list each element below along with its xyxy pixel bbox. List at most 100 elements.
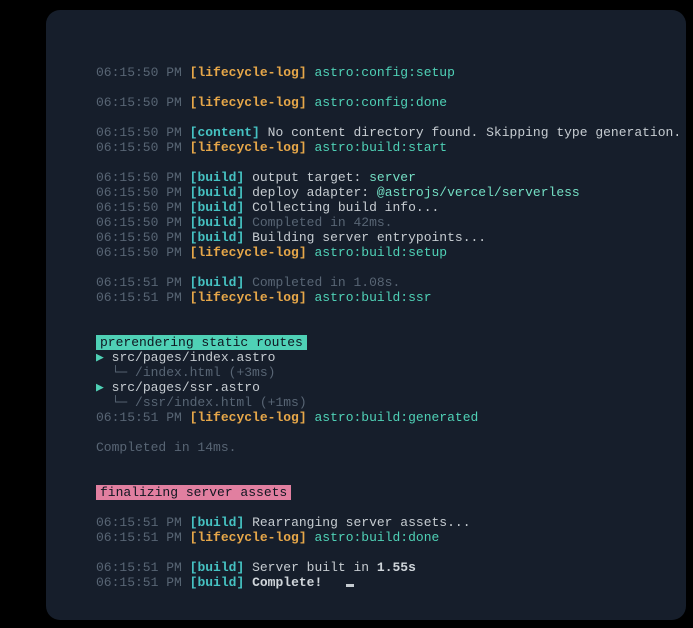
timestamp: 06:15:50 PM — [96, 200, 182, 215]
log-message: Completed in 14ms. — [96, 440, 236, 455]
build-tag: [build] — [190, 275, 245, 290]
log-message: Rearranging server assets... — [252, 515, 470, 530]
log-message: No content directory found. Skipping typ… — [268, 125, 681, 140]
log-value: @astrojs/vercel/serverless — [377, 185, 580, 200]
banner-label: finalizing server assets — [96, 485, 291, 500]
tree-row: ▶ src/pages/ssr.astro — [96, 380, 686, 395]
hook: astro:build:generated — [314, 410, 478, 425]
banner-finalize: finalizing server assets — [96, 485, 686, 500]
build-tag: [build] — [190, 230, 245, 245]
log-line: 06:15:50 PM [content] No content directo… — [96, 125, 686, 140]
timestamp: 06:15:50 PM — [96, 185, 182, 200]
hook: astro:config:done — [314, 95, 447, 110]
banner-prerender: prerendering static routes — [96, 335, 686, 350]
complete-message: Complete! — [252, 575, 322, 590]
lifecycle-tag: [lifecycle-log] — [190, 290, 307, 305]
log-line: 06:15:50 PM [build] output target: serve… — [96, 170, 686, 185]
arrow-icon: ▶ — [96, 380, 104, 395]
build-tag: [build] — [190, 170, 245, 185]
spacer — [96, 545, 686, 560]
timestamp: 06:15:50 PM — [96, 95, 182, 110]
spacer — [96, 260, 686, 275]
hook: astro:build:ssr — [314, 290, 431, 305]
timestamp: 06:15:50 PM — [96, 140, 182, 155]
log-message: Collecting build info... — [252, 200, 439, 215]
timestamp: 06:15:51 PM — [96, 290, 182, 305]
tree-row: └─ /ssr/index.html (+1ms) — [96, 395, 686, 410]
log-line: 06:15:50 PM [build] deploy adapter: @ast… — [96, 185, 686, 200]
terminal-window[interactable]: 06:15:50 PM [lifecycle-log] astro:config… — [46, 10, 686, 620]
tree-branch: └─ — [112, 365, 128, 380]
spacer — [96, 320, 686, 335]
spacer — [96, 305, 686, 320]
hook: astro:build:setup — [314, 245, 447, 260]
hook: astro:config:setup — [314, 65, 454, 80]
log-line: 06:15:51 PM [build] Complete! — [96, 575, 686, 590]
timestamp: 06:15:50 PM — [96, 230, 182, 245]
timestamp: 06:15:50 PM — [96, 65, 182, 80]
lifecycle-tag: [lifecycle-log] — [190, 95, 307, 110]
spacer — [96, 110, 686, 125]
timestamp: 06:15:51 PM — [96, 530, 182, 545]
timestamp: 06:15:51 PM — [96, 410, 182, 425]
log-message: Building server entrypoints... — [252, 230, 486, 245]
log-line: 06:15:50 PM [lifecycle-log] astro:build:… — [96, 245, 686, 260]
lifecycle-tag: [lifecycle-log] — [190, 530, 307, 545]
log-line: 06:15:50 PM [lifecycle-log] astro:config… — [96, 65, 686, 80]
log-line: 06:15:50 PM [build] Completed in 42ms. — [96, 215, 686, 230]
build-tag: [build] — [190, 560, 245, 575]
tree-row: └─ /index.html (+3ms) — [96, 365, 686, 380]
timestamp: 06:15:51 PM — [96, 560, 182, 575]
spacer — [96, 470, 686, 485]
log-line: 06:15:51 PM [build] Completed in 1.08s. — [96, 275, 686, 290]
timestamp: 06:15:51 PM — [96, 575, 182, 590]
log-line: 06:15:51 PM [lifecycle-log] astro:build:… — [96, 290, 686, 305]
spacer — [96, 455, 686, 470]
spacer — [96, 500, 686, 515]
log-line: 06:15:51 PM [build] Rearranging server a… — [96, 515, 686, 530]
build-tag: [build] — [190, 515, 245, 530]
log-line: Completed in 14ms. — [96, 440, 686, 455]
log-value: server — [369, 170, 416, 185]
cursor-icon — [346, 584, 354, 587]
log-message: Server built in — [252, 560, 377, 575]
hook: astro:build:start — [314, 140, 447, 155]
tree-row: ▶ src/pages/index.astro — [96, 350, 686, 365]
hook: astro:build:done — [314, 530, 439, 545]
build-time: (+1ms) — [260, 395, 307, 410]
log-message: deploy adapter: — [252, 185, 377, 200]
log-message: Completed in 1.08s. — [252, 275, 400, 290]
log-message: Completed in 42ms. — [252, 215, 392, 230]
spacer — [96, 155, 686, 170]
timestamp: 06:15:50 PM — [96, 170, 182, 185]
banner-label: prerendering static routes — [96, 335, 307, 350]
build-tag: [build] — [190, 185, 245, 200]
log-line: 06:15:51 PM [lifecycle-log] astro:build:… — [96, 530, 686, 545]
spacer — [96, 80, 686, 95]
build-tag: [build] — [190, 200, 245, 215]
lifecycle-tag: [lifecycle-log] — [190, 65, 307, 80]
tree-branch: └─ — [112, 395, 128, 410]
log-line: 06:15:51 PM [lifecycle-log] astro:build:… — [96, 410, 686, 425]
build-tag: [build] — [190, 215, 245, 230]
timestamp: 06:15:51 PM — [96, 275, 182, 290]
log-line: 06:15:50 PM [lifecycle-log] astro:build:… — [96, 140, 686, 155]
log-line: 06:15:50 PM [build] Collecting build inf… — [96, 200, 686, 215]
output-path: /ssr/index.html — [127, 395, 260, 410]
timestamp: 06:15:51 PM — [96, 515, 182, 530]
content-tag: [content] — [190, 125, 260, 140]
lifecycle-tag: [lifecycle-log] — [190, 140, 307, 155]
timestamp: 06:15:50 PM — [96, 215, 182, 230]
timestamp: 06:15:50 PM — [96, 245, 182, 260]
log-line: 06:15:51 PM [build] Server built in 1.55… — [96, 560, 686, 575]
log-line: 06:15:50 PM [build] Building server entr… — [96, 230, 686, 245]
log-message: output target: — [252, 170, 369, 185]
log-line: 06:15:50 PM [lifecycle-log] astro:config… — [96, 95, 686, 110]
build-time-total: 1.55s — [377, 560, 416, 575]
lifecycle-tag: [lifecycle-log] — [190, 245, 307, 260]
route-path: src/pages/index.astro — [112, 350, 276, 365]
output-path: /index.html — [127, 365, 228, 380]
arrow-icon: ▶ — [96, 350, 104, 365]
timestamp: 06:15:50 PM — [96, 125, 182, 140]
spacer — [96, 425, 686, 440]
